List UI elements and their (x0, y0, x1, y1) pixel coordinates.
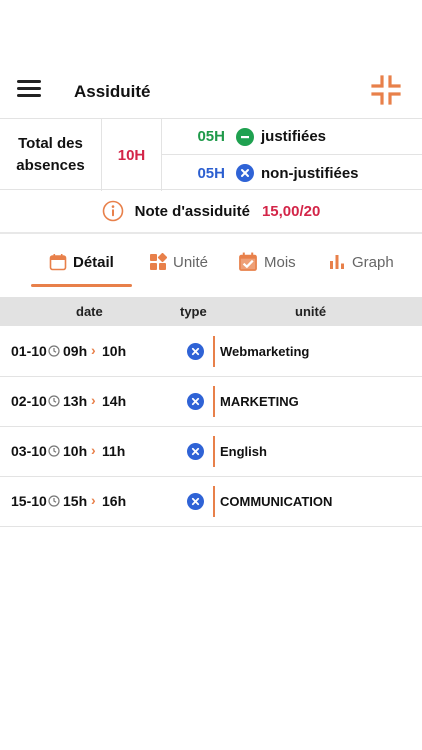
chevron-right-icon: › (91, 492, 96, 508)
tab-graph-label: Graph (352, 253, 394, 271)
row-start-time: 09h (63, 343, 88, 359)
active-tab-indicator (31, 284, 132, 287)
row-end-time: 14h (102, 393, 127, 409)
tab-mois[interactable]: Mois (238, 250, 296, 274)
chevron-right-icon: › (91, 442, 96, 458)
attendance-grade-label: Note d'assiduité (134, 202, 250, 220)
calendar-check-icon (239, 252, 257, 271)
column-header-unit: unité (295, 304, 327, 319)
clock-icon (48, 445, 60, 457)
row-start-time: 10h (63, 443, 88, 459)
total-absences-label: Total des absences (0, 119, 102, 191)
x-circle-icon (187, 443, 204, 460)
x-circle-icon (236, 164, 254, 182)
row-unit: English (220, 444, 267, 459)
hamburger-menu-icon[interactable] (17, 80, 41, 98)
justified-count: 05H (197, 128, 225, 145)
row-date: 15-10 (11, 493, 47, 509)
app-header: Assiduité (0, 60, 422, 118)
row-divider (213, 486, 215, 517)
justified-label: justifiées (261, 128, 327, 145)
tab-detail-label: Détail (73, 253, 114, 271)
table-row[interactable]: 03-10 10h › 11h English (0, 427, 422, 477)
attendance-grade-value: 15,00/20 (261, 202, 321, 220)
table-header: date type unité (0, 297, 422, 326)
clock-icon (48, 495, 60, 507)
clock-icon (48, 345, 60, 357)
justified-row: 05H justifiées (162, 119, 422, 155)
column-header-type: type (180, 304, 207, 319)
page-title: Assiduité (74, 82, 151, 101)
info-circle-icon (102, 200, 123, 222)
absence-summary: Total des absences 10H 05H justifiées 05… (0, 118, 422, 191)
absence-list: 01-10 09h › 10h Webmarketing 02-10 13h ›… (0, 327, 422, 527)
bar-chart-icon (330, 255, 344, 269)
row-unit: MARKETING (220, 394, 299, 409)
row-divider (213, 336, 215, 367)
row-end-time: 10h (102, 343, 127, 359)
x-circle-icon (187, 493, 204, 510)
tab-detail[interactable]: Détail (49, 250, 114, 274)
row-start-time: 15h (63, 493, 88, 509)
unjustified-label: non-justifiées (261, 164, 359, 182)
modules-icon (150, 253, 167, 270)
row-end-time: 16h (102, 493, 127, 509)
row-date: 03-10 (11, 443, 47, 459)
attendance-grade: Note d'assiduité 15,00/20 (0, 190, 422, 234)
tab-graph[interactable]: Graph (328, 250, 394, 274)
row-date: 02-10 (11, 393, 47, 409)
row-unit: COMMUNICATION (220, 494, 333, 509)
table-row[interactable]: 01-10 09h › 10h Webmarketing (0, 327, 422, 377)
row-unit: Webmarketing (220, 344, 310, 359)
table-row[interactable]: 15-10 15h › 16h COMMUNICATION (0, 477, 422, 527)
row-divider (213, 436, 215, 467)
row-start-time: 13h (63, 393, 88, 409)
row-end-time: 11h (102, 443, 126, 459)
unjustified-row: 05H non-justifiées (162, 155, 422, 191)
chevron-right-icon: › (91, 342, 96, 358)
tab-unite-label: Unité (173, 253, 209, 271)
tab-unite[interactable]: Unité (149, 250, 208, 274)
x-circle-icon (187, 393, 204, 410)
column-header-date: date (76, 304, 103, 319)
row-date: 01-10 (11, 343, 47, 359)
chevron-right-icon: › (91, 392, 96, 408)
minus-circle-icon (236, 127, 254, 146)
unjustified-count: 05H (197, 164, 225, 182)
total-absences-value: 10H (102, 119, 162, 191)
table-row[interactable]: 02-10 13h › 14h MARKETING (0, 377, 422, 427)
x-circle-icon (187, 343, 204, 360)
view-tabs: Détail Unité Mois Graph (0, 236, 422, 288)
collapse-arrows-icon[interactable] (370, 74, 402, 106)
row-divider (213, 386, 215, 417)
calendar-icon (49, 254, 67, 271)
clock-icon (48, 395, 60, 407)
tab-mois-label: Mois (264, 253, 296, 271)
